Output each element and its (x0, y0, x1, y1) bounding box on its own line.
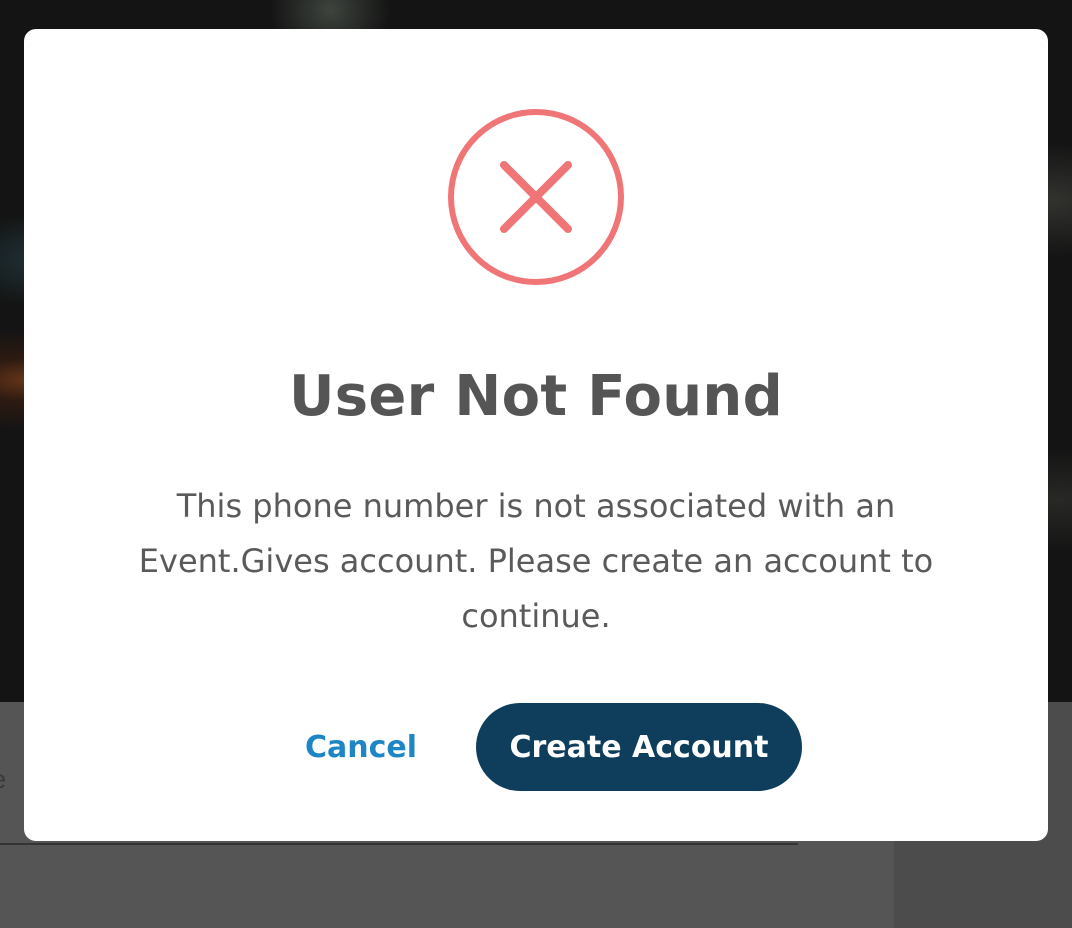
create-account-button[interactable]: Create Account (476, 703, 802, 791)
page: le User Not Found This phone number is n… (0, 0, 1072, 928)
dialog-title: User Not Found (289, 364, 783, 429)
background-input-text: le (0, 764, 6, 795)
user-not-found-dialog: User Not Found This phone number is not … (24, 29, 1048, 841)
dialog-message: This phone number is not associated with… (138, 487, 934, 635)
error-x-circle-icon (447, 108, 625, 286)
cancel-button[interactable]: Cancel (276, 703, 446, 791)
background-input-underline (0, 843, 798, 845)
